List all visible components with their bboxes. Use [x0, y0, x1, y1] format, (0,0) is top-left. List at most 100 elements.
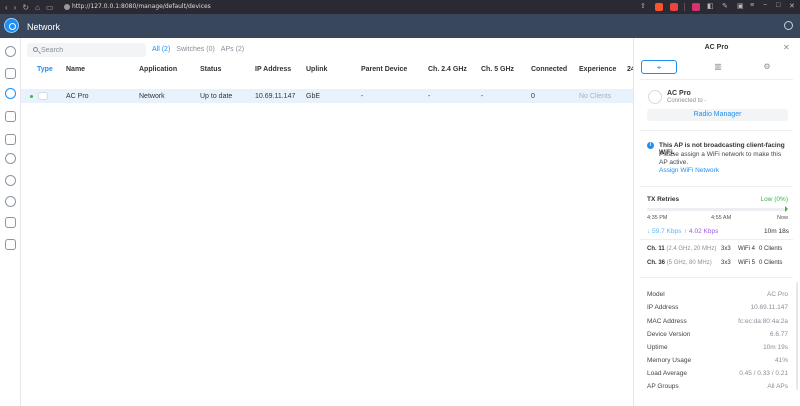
channel-band: (2.4 GHz, 20 MHz) — [666, 246, 717, 252]
rewards-icon[interactable] — [670, 3, 678, 11]
reports-icon[interactable] — [5, 217, 16, 228]
channel-number: Ch. 11 — [647, 246, 665, 252]
brave-shield-icon[interactable] — [655, 3, 663, 11]
close-icon[interactable]: ✕ — [783, 43, 790, 52]
detail-ap-groups: AP Groups All APs — [647, 383, 788, 390]
search-icon — [33, 47, 38, 52]
info-icon: i — [647, 142, 654, 149]
site-info-icon[interactable] — [64, 4, 70, 10]
filter-aps[interactable]: APs (2) — [221, 46, 244, 53]
tx-marker-icon — [785, 206, 788, 212]
detail-value: 6.6.77 — [769, 331, 788, 338]
address-bar[interactable]: http://127.0.0.1:8080/manage/default/dev… — [72, 3, 211, 10]
search-input[interactable] — [41, 45, 141, 55]
column-application[interactable]: Application — [139, 66, 177, 73]
statistics-icon[interactable] — [5, 134, 16, 145]
radio-manager-button[interactable]: Radio Manager — [647, 109, 788, 121]
filter-switches[interactable]: Switches (0) — [176, 46, 215, 53]
detail-memory-usage: Memory Usage 41% — [647, 357, 788, 364]
detail-load-average: Load Average 0.45 / 0.33 / 0.21 — [647, 370, 788, 377]
tab-insights[interactable]: ▥ — [700, 60, 736, 74]
detail-label: Uptime — [647, 344, 668, 351]
browser-toolbar: ‹ › ↻ ⌂ ▭ http://127.0.0.1:8080/manage/d… — [0, 0, 800, 14]
divider — [640, 130, 793, 131]
channel-row: Ch. 36 (5 GHz, 80 MHz) — [647, 260, 712, 266]
detail-label: Model — [647, 291, 665, 298]
share-icon[interactable]: ⇪ — [640, 2, 646, 10]
tab-settings[interactable]: ⚙ — [749, 60, 785, 74]
uptime-short: 10m 18s — [764, 228, 789, 235]
minimize-icon[interactable]: − — [763, 2, 767, 9]
home-icon[interactable]: ⌂ — [35, 3, 40, 12]
menu-icon[interactable]: ≡ — [750, 2, 754, 9]
events-icon[interactable] — [5, 239, 16, 250]
ap-avatar — [648, 90, 662, 104]
detail-mac-address: MAC Address fc:ec:da:80:4a:2a — [647, 318, 788, 325]
tab-overview[interactable]: ⌖ — [641, 60, 677, 74]
close-window-icon[interactable]: ✕ — [789, 2, 795, 10]
search-box[interactable] — [27, 43, 146, 57]
detail-value: 10m 19s — [763, 344, 788, 351]
channel-band: (5 GHz, 80 MHz) — [666, 260, 712, 266]
column-name[interactable]: Name — [66, 66, 85, 73]
dashboard-icon[interactable] — [5, 46, 16, 57]
channel-mimo: 3x3 — [721, 260, 731, 266]
alert-text: Please assign a WiFi network to make thi… — [659, 151, 782, 166]
insights-icon[interactable] — [5, 175, 16, 186]
extension-icon[interactable] — [692, 3, 700, 11]
tx-retries-label: TX Retries — [647, 196, 680, 203]
settings-icon[interactable] — [5, 196, 16, 207]
column-parent-device[interactable]: Parent Device — [361, 66, 407, 73]
filter-all[interactable]: All (2) — [152, 46, 170, 53]
detail-ip-address: IP Address 10.69.11.147 — [647, 304, 788, 311]
user-icon[interactable] — [784, 21, 793, 30]
panel-title: AC Pro — [704, 44, 729, 51]
assign-wifi-link[interactable]: Assign WiFi Network — [659, 167, 719, 174]
column-ip-address[interactable]: IP Address — [255, 66, 291, 73]
detail-value: AC Pro — [767, 291, 788, 298]
column-experience[interactable]: Experience — [579, 66, 616, 73]
sidebar-toggle-icon[interactable]: ◧ — [707, 2, 714, 10]
detail-value: 0.45 / 0.33 / 0.21 — [739, 370, 788, 377]
bar-chart-icon: ▥ — [714, 62, 722, 71]
extensions-icon[interactable]: ✎ — [722, 2, 728, 10]
column-ch-24ghz[interactable]: Ch. 2.4 GHz — [428, 66, 467, 73]
device-filters: All (2) Switches (0) APs (2) — [152, 46, 244, 53]
back-icon[interactable]: ‹ — [5, 3, 8, 12]
download-rate: ↓ 59.7 Kbps — [647, 228, 682, 235]
maximize-icon[interactable]: □ — [776, 2, 780, 9]
forward-icon[interactable]: › — [14, 3, 17, 12]
cell-name[interactable]: AC Pro — [66, 93, 89, 100]
upload-rate: ↑ 4.02 Kbps — [684, 228, 719, 235]
detail-label: Device Version — [647, 331, 691, 338]
cell-status: Up to date — [200, 93, 233, 100]
column-type[interactable]: Type — [37, 66, 53, 73]
panel-scrollbar[interactable] — [796, 282, 798, 390]
cell-ip: 10.69.11.147 — [255, 93, 296, 100]
app-title: Network — [27, 22, 61, 32]
tick-start: 4:35 PM — [647, 215, 668, 221]
ap-connection: Connected to - — [667, 98, 707, 104]
table-row[interactable] — [21, 89, 633, 103]
detail-value: 10.69.11.147 — [750, 304, 788, 311]
app-header — [0, 14, 800, 38]
ap-name: AC Pro — [667, 90, 691, 97]
column-connected[interactable]: Connected — [531, 66, 567, 73]
wallet-icon[interactable]: ▣ — [737, 2, 744, 10]
shield-icon[interactable] — [5, 153, 16, 164]
bookmark-icon[interactable]: ▭ — [46, 3, 54, 12]
column-ch-5ghz[interactable]: Ch. 5 GHz — [481, 66, 514, 73]
topology-icon[interactable] — [5, 68, 16, 79]
channel-mimo: 3x3 — [721, 246, 731, 252]
detail-device-version: Device Version 6.6.77 — [647, 331, 788, 338]
detail-uptime: Uptime 10m 19s — [647, 344, 788, 351]
column-status[interactable]: Status — [200, 66, 221, 73]
reload-icon[interactable]: ↻ — [22, 3, 29, 12]
column-uplink[interactable]: Uplink — [306, 66, 327, 73]
clients-icon[interactable] — [5, 111, 16, 122]
tick-now: Now — [777, 215, 789, 221]
cell-ch24: - — [428, 93, 431, 100]
detail-label: Load Average — [647, 370, 687, 377]
ubiquiti-logo[interactable] — [4, 18, 19, 33]
devices-icon[interactable] — [5, 88, 16, 99]
